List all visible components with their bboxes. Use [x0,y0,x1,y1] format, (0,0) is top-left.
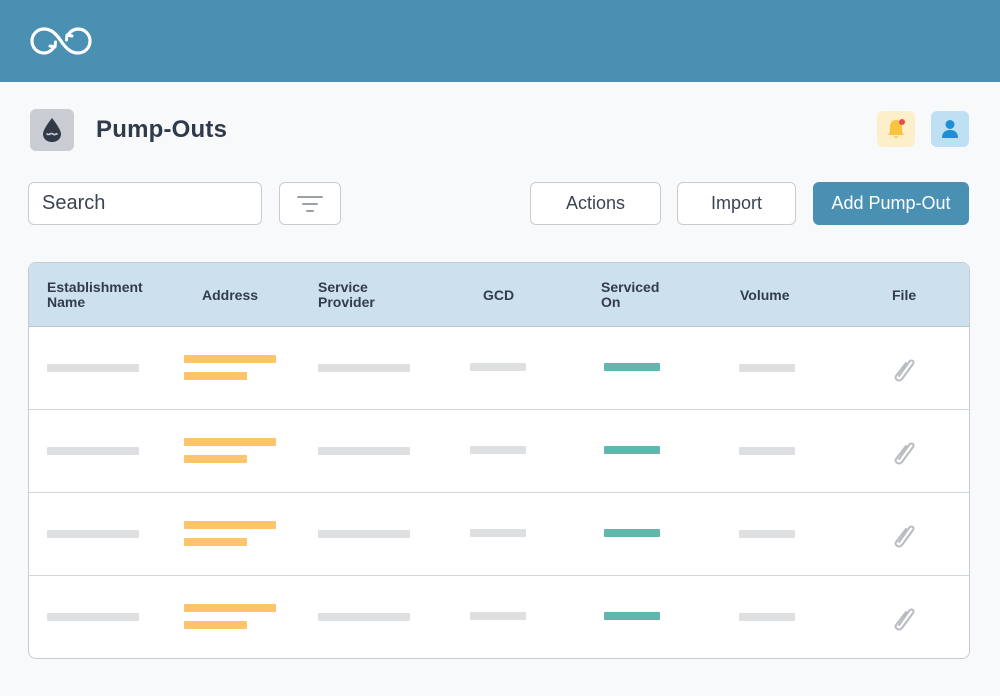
search-input[interactable]: Search [28,182,262,225]
filter-button[interactable] [279,182,341,225]
column-header-file[interactable]: File [892,288,916,303]
table-header: Establishment Name Address Service Provide… [29,263,969,327]
service-provider-placeholder [318,364,410,372]
service-provider-placeholder [318,447,410,455]
service-provider-placeholder [318,613,410,621]
serviced-on-placeholder [604,529,660,537]
paperclip-icon[interactable] [889,603,919,633]
establishment-name-placeholder [47,447,139,455]
notifications-button[interactable] [877,111,915,147]
gcd-placeholder [470,363,526,371]
paperclip-icon[interactable] [889,437,919,467]
water-drop-icon [43,118,61,142]
column-header-gcd[interactable]: GCD [483,288,514,303]
table-row[interactable] [29,410,969,493]
import-button[interactable]: Import [677,182,796,225]
add-pump-out-button[interactable]: Add Pump-Out [813,182,969,225]
volume-placeholder [739,364,795,372]
paperclip-icon[interactable] [889,520,919,550]
address-line2-placeholder [184,621,247,629]
address-line2-placeholder [184,372,247,380]
page-title: Pump-Outs [96,116,228,143]
volume-placeholder [739,530,795,538]
table-row[interactable] [29,327,969,410]
gcd-placeholder [470,529,526,537]
top-bar [0,0,1000,82]
column-header-volume[interactable]: Volume [740,288,790,303]
volume-placeholder [739,447,795,455]
establishment-name-placeholder [47,613,139,621]
filter-icon [297,195,323,212]
volume-placeholder [739,613,795,621]
establishment-name-placeholder [47,364,139,372]
infinity-sync-icon[interactable] [28,22,94,60]
pump-outs-table: Establishment Name Address Service Provide… [28,262,970,659]
table-row[interactable] [29,493,969,576]
column-header-establishment-name[interactable]: Establishment Name [47,280,143,310]
gcd-placeholder [470,446,526,454]
actions-button[interactable]: Actions [530,182,661,225]
user-icon [942,120,958,138]
address-line1-placeholder [184,355,276,363]
address-line2-placeholder [184,455,247,463]
gcd-placeholder [470,612,526,620]
address-line1-placeholder [184,438,276,446]
service-provider-placeholder [318,530,410,538]
user-profile-button[interactable] [931,111,969,147]
address-line2-placeholder [184,538,247,546]
serviced-on-placeholder [604,446,660,454]
column-header-address[interactable]: Address [202,288,258,303]
column-header-serviced-on[interactable]: Serviced On [601,280,659,310]
table-row[interactable] [29,576,969,658]
establishment-name-placeholder [47,530,139,538]
serviced-on-placeholder [604,612,660,620]
bell-icon [888,119,905,138]
column-header-service-provider[interactable]: Service Provider [318,280,375,310]
address-line1-placeholder [184,604,276,612]
paperclip-icon[interactable] [889,354,919,384]
address-line1-placeholder [184,521,276,529]
serviced-on-placeholder [604,363,660,371]
page-icon [30,109,74,151]
